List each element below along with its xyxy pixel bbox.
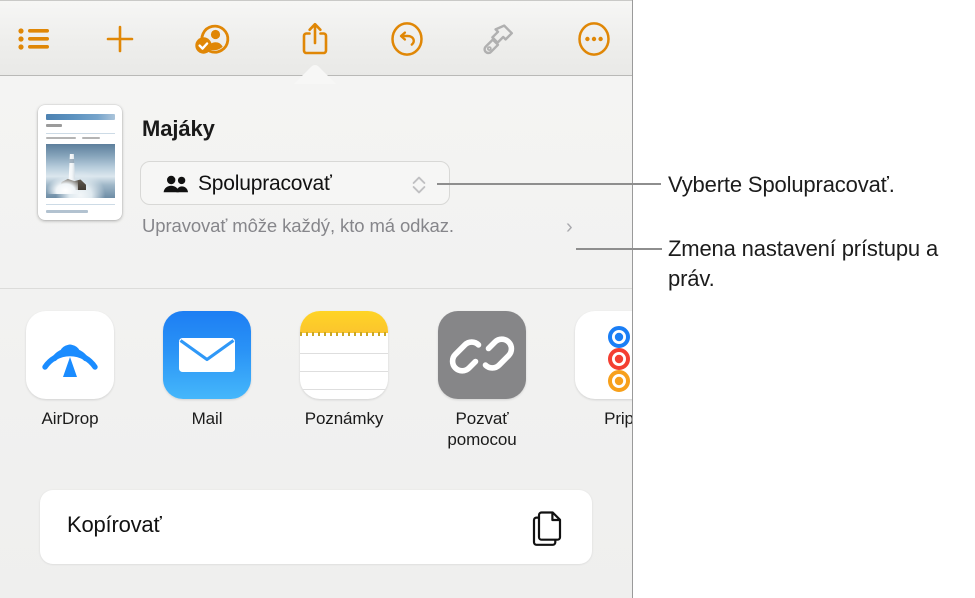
share-sheet-body: Majáky Spolupracovať Upravovať môže každ…: [0, 76, 632, 598]
mail-icon: [163, 311, 251, 399]
share-target-label: AirDrop: [41, 409, 99, 428]
callout-leader-line: [437, 183, 661, 185]
collaborate-selector[interactable]: Spolupracovať: [140, 161, 450, 205]
person-check-icon: [193, 21, 233, 57]
format-button[interactable]: [470, 11, 528, 67]
share-target-notes[interactable]: Poznámky: [285, 311, 403, 429]
share-target-label: Poznámky: [304, 409, 384, 428]
copy-pages-icon: [528, 509, 566, 552]
share-up-arrow-icon: [300, 21, 330, 57]
up-down-chevron-icon[interactable]: [411, 175, 427, 200]
callout-change-access: Zmena nastavení prístupu a práv.: [668, 236, 939, 291]
page-title: Majáky: [142, 116, 215, 141]
callout-select-collaborate: Vyberte Spolupracovať.: [668, 172, 895, 197]
action-label: Kopírovať: [67, 512, 162, 537]
collaborate-label: Spolupracovať: [198, 172, 332, 195]
share-target-mail[interactable]: Mail: [148, 311, 266, 429]
share-target-invite-with[interactable]: Pozvať pomocou: [423, 311, 541, 450]
permission-settings-row[interactable]: Upravovať môže každý, kto má odkaz. ›: [140, 215, 600, 241]
more-button[interactable]: [565, 11, 623, 67]
share-targets-row: AirDrop Mail Poznámky Pozvať pomocou Pri…: [0, 289, 632, 479]
chevron-right-icon[interactable]: ›: [566, 217, 573, 237]
bulleted-list-icon: [18, 26, 50, 52]
share-target-airdrop[interactable]: AirDrop: [11, 311, 129, 429]
share-target-label: Pozvať pomocou: [447, 409, 517, 449]
permission-text: Upravovať môže každý, kto má odkaz.: [142, 215, 454, 236]
list-view-button[interactable]: [5, 11, 63, 67]
undo-button[interactable]: [378, 11, 436, 67]
reminders-icon: [575, 311, 632, 399]
action-copy[interactable]: Kopírovať: [40, 490, 592, 564]
share-button[interactable]: [286, 11, 344, 67]
paintbrush-icon: [480, 20, 518, 58]
document-thumbnail: [38, 105, 122, 220]
plus-icon: [105, 24, 135, 54]
notes-icon: [300, 311, 388, 399]
insert-button[interactable]: [91, 11, 149, 67]
link-chain-icon: [438, 311, 526, 399]
share-target-label: Prip: [604, 409, 633, 428]
ellipsis-circle-icon: [577, 21, 611, 57]
share-target-reminders[interactable]: Prip: [560, 311, 633, 429]
share-sheet-popover: Majáky Spolupracovať Upravovať môže každ…: [0, 0, 633, 598]
share-target-label: Mail: [191, 409, 223, 428]
airdrop-icon: [26, 311, 114, 399]
two-people-icon: [163, 175, 189, 198]
collaborate-toolbar-button[interactable]: [184, 11, 242, 67]
popover-pointer: [293, 62, 339, 84]
callout-leader-line: [576, 248, 662, 250]
undo-circle-icon: [390, 21, 424, 57]
share-sheet-header: Majáky Spolupracovať Upravovať môže každ…: [0, 76, 632, 288]
